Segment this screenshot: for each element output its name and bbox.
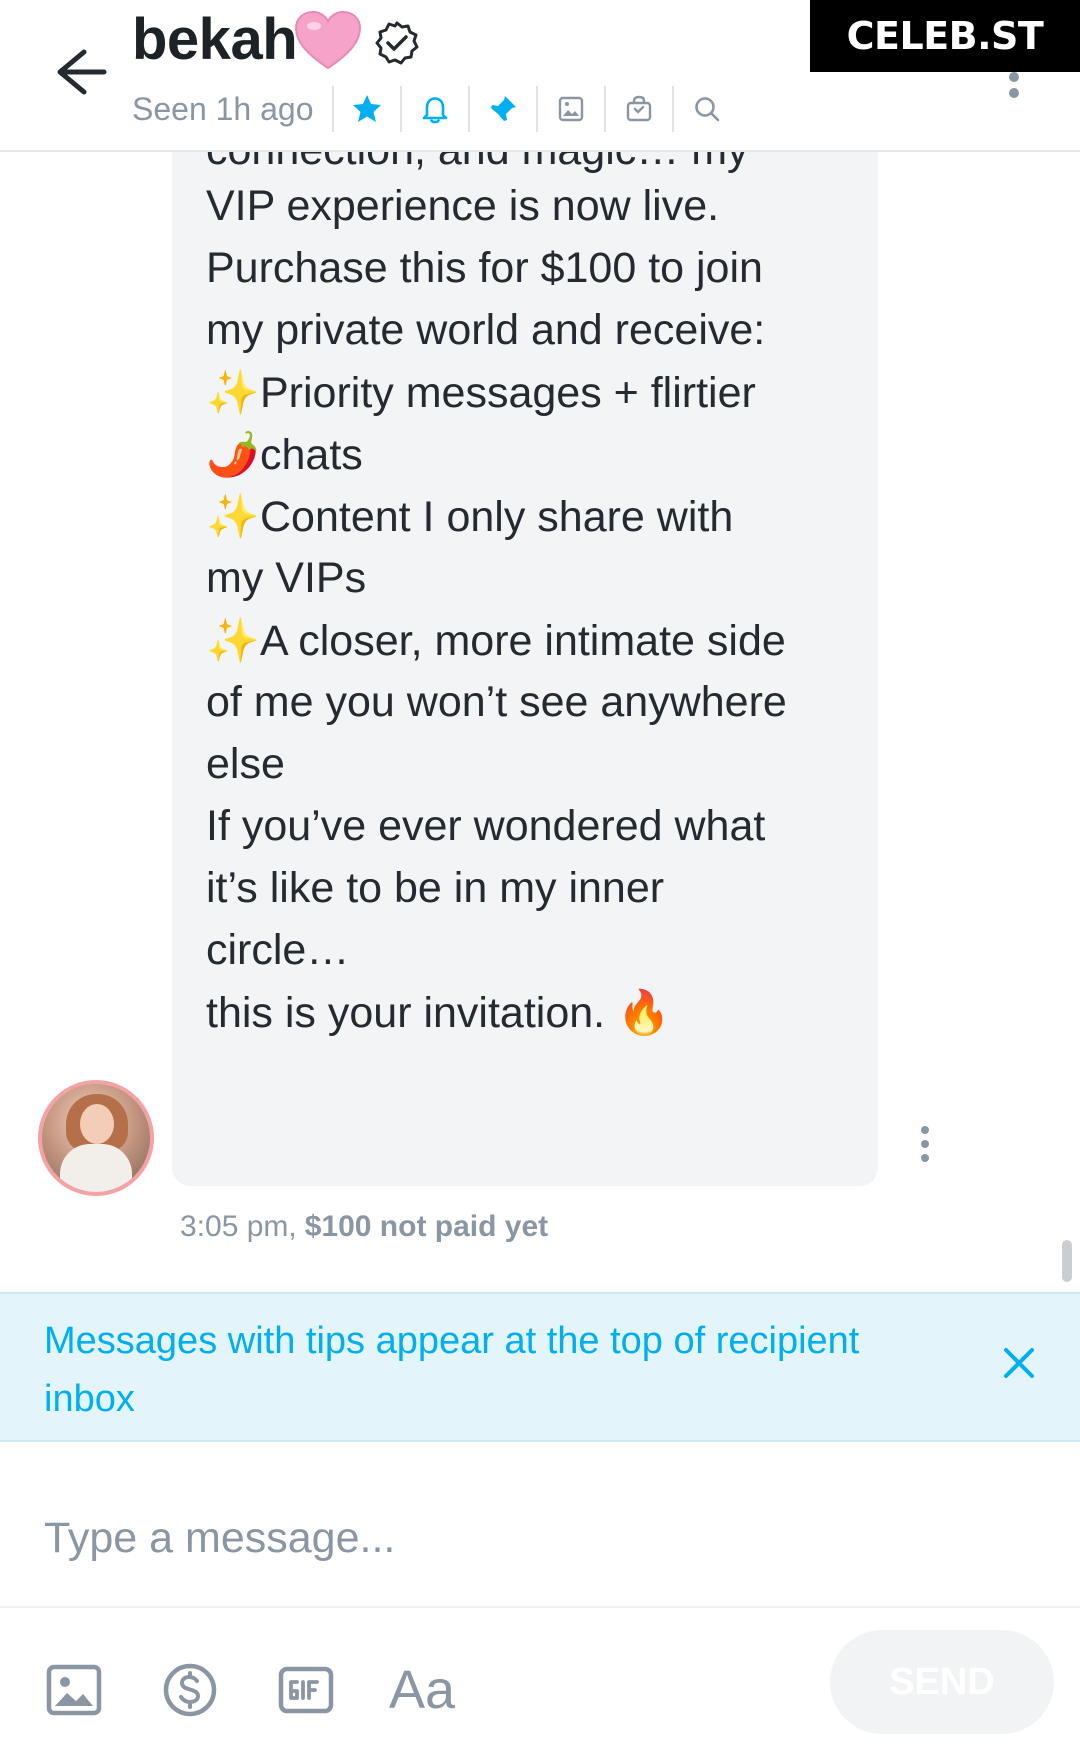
message-meta: 3:05 pm, $100 not paid yet: [180, 1210, 548, 1244]
composer-tools: Aa: [44, 1650, 508, 1730]
notifications-button[interactable]: [399, 86, 468, 132]
pepper-emoji: 🌶️: [206, 430, 260, 480]
tip-price-button[interactable]: [160, 1660, 220, 1720]
purchases-button[interactable]: [603, 86, 672, 132]
message-line: connection, and magic… my: [206, 152, 749, 175]
pin-button[interactable]: [467, 86, 536, 132]
fire-emoji: 🔥: [617, 988, 671, 1038]
message-time: 3:05 pm,: [180, 1210, 297, 1243]
message-more-icon[interactable]: [918, 1124, 932, 1164]
header-subrow: Seen 1h ago: [132, 84, 740, 134]
message-line: my private world and receive:: [206, 306, 766, 354]
gif-button[interactable]: [276, 1660, 336, 1720]
star-icon: [352, 95, 381, 122]
image-icon: [558, 96, 583, 122]
message-line: else: [206, 740, 285, 788]
tip-banner-text: Messages with tips appear at the top of …: [44, 1320, 860, 1420]
message-line: it’s like to be in my inner: [206, 864, 665, 912]
message-bubble[interactable]: connection, and magic… my VIP experience…: [172, 152, 878, 1186]
close-icon[interactable]: [996, 1340, 1042, 1386]
more-vertical-icon[interactable]: [1006, 72, 1022, 98]
back-arrow-icon[interactable]: [44, 40, 108, 104]
attach-media-button[interactable]: [44, 1660, 104, 1720]
message-line: this is your invitation. 🔥: [206, 988, 671, 1038]
sparkles-emoji: ✨: [206, 492, 260, 542]
last-seen: Seen 1h ago: [132, 90, 314, 127]
message-line: VIP experience is now live.: [206, 182, 720, 230]
message-composer: Aa SEND: [0, 1442, 1080, 1754]
message-line: If you’ve ever wondered what: [206, 802, 766, 850]
media-button[interactable]: [535, 86, 604, 132]
tip-banner: Messages with tips appear at the top of …: [0, 1292, 1080, 1442]
send-button[interactable]: SEND: [830, 1630, 1054, 1734]
bag-icon: [626, 95, 651, 122]
message-line: ✨Content I only share with: [206, 492, 734, 542]
bell-icon: [422, 97, 447, 124]
favorite-button[interactable]: [331, 86, 400, 132]
search-icon: [694, 97, 719, 122]
chat-thread[interactable]: connection, and magic… my VIP experience…: [0, 152, 1080, 1292]
divider: [0, 1606, 1080, 1608]
message-line: of me you won’t see anywhere: [206, 678, 787, 726]
watermark-logo: CELEB.ST: [810, 0, 1080, 72]
price-status: $100 not paid yet: [304, 1210, 549, 1243]
image-icon: [46, 1664, 102, 1716]
message-line: my VIPs: [206, 554, 367, 602]
pink-heart-icon: [294, 10, 362, 70]
gif-icon: [278, 1666, 334, 1714]
scrollbar[interactable]: [1062, 1240, 1072, 1282]
message-line: ✨A closer, more intimate side: [206, 616, 786, 666]
sparkles-emoji: ✨: [206, 616, 260, 666]
message-line: ✨Priority messages + flirtier: [206, 368, 756, 418]
contact-name[interactable]: bekah: [132, 6, 298, 73]
message-input[interactable]: [44, 1498, 1004, 1578]
dollar-icon: [163, 1663, 217, 1717]
message-line: 🌶️chats: [206, 430, 363, 480]
pin-icon: [490, 96, 516, 121]
message-line: circle…: [206, 926, 350, 974]
message-line: Purchase this for $100 to join: [206, 244, 763, 292]
avatar[interactable]: [38, 1080, 154, 1196]
search-button[interactable]: [671, 86, 740, 132]
sparkles-emoji: ✨: [206, 368, 260, 418]
text-format-button[interactable]: Aa: [389, 1660, 455, 1720]
verified-icon: [375, 21, 419, 65]
